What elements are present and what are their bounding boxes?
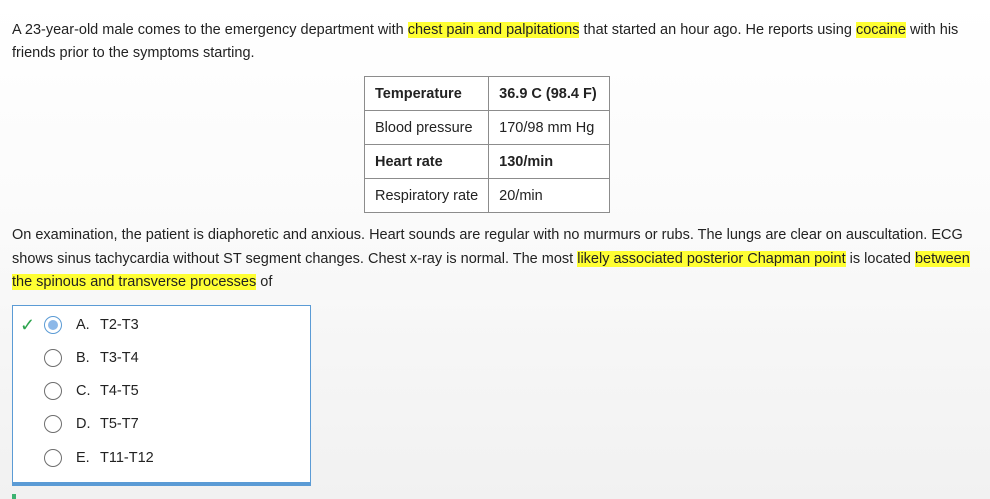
answer-choice-a[interactable]: ✓ A. T2-T3 [13, 311, 310, 341]
vitals-label: Respiratory rate [363, 178, 490, 213]
radio-button[interactable] [44, 316, 62, 334]
choice-text: T2-T3 [100, 317, 139, 333]
highlighted-text: chest pain and palpitations [407, 22, 580, 38]
vitals-value: 36.9 C (98.4 F) [488, 76, 611, 111]
radio-button[interactable] [44, 382, 62, 400]
choice-letter: E. [76, 450, 90, 466]
vitals-table: Temperature 36.9 C (98.4 F) Blood pressure… [363, 76, 611, 213]
vitals-label: Heart rate [363, 144, 490, 179]
vitals-row: Heart rate 130/min [363, 144, 611, 179]
text-segment: of [256, 274, 273, 290]
vitals-row: Temperature 36.9 C (98.4 F) [363, 76, 611, 111]
choice-letter: C. [76, 383, 91, 399]
answer-choice-e[interactable]: E. T11-T12 [13, 444, 310, 474]
radio-selected-dot [48, 320, 58, 330]
answer-choice-c[interactable]: C. T4-T5 [13, 377, 310, 407]
highlighted-text: cocaine [855, 22, 906, 38]
text-segment: that started an hour ago. He reports usi… [579, 22, 856, 38]
answer-choice-d[interactable]: D. T5-T7 [13, 410, 310, 440]
vitals-value: 170/98 mm Hg [488, 110, 611, 145]
radio-button[interactable] [44, 349, 62, 367]
text-segment: A 23-year-old male comes to the emergenc… [12, 22, 408, 38]
highlighted-text: likely associated posterior Chapman poin… [577, 250, 846, 267]
choice-letter: B. [76, 350, 90, 366]
choice-text: T5-T7 [100, 416, 139, 432]
check-icon: ✓ [20, 315, 36, 335]
vitals-value: 130/min [488, 144, 611, 179]
radio-button[interactable] [44, 415, 62, 433]
vitals-value: 20/min [488, 178, 611, 213]
text-segment: is located [845, 250, 915, 267]
answer-choices: ✓ A. T2-T3 B. T3-T4 C. T4-T5 D. T5-T7 E. T11-T12 [12, 305, 311, 486]
progress-indicator [12, 494, 16, 499]
answer-choice-b[interactable]: B. T3-T4 [13, 344, 310, 374]
exam-findings: On examination, the patient is diaphoret… [12, 224, 982, 295]
choice-letter: D. [76, 416, 91, 432]
vitals-label: Blood pressure [363, 110, 490, 145]
choice-text: T3-T4 [100, 350, 139, 366]
question-stem: A 23-year-old male comes to the emergenc… [12, 19, 972, 65]
vitals-label: Temperature [363, 76, 490, 111]
radio-button[interactable] [44, 449, 62, 467]
choice-text: T4-T5 [100, 383, 139, 399]
choice-letter: A. [76, 317, 90, 333]
choice-text: T11-T12 [100, 450, 154, 466]
vitals-row: Blood pressure 170/98 mm Hg [363, 110, 611, 145]
vitals-row: Respiratory rate 20/min [363, 178, 611, 213]
